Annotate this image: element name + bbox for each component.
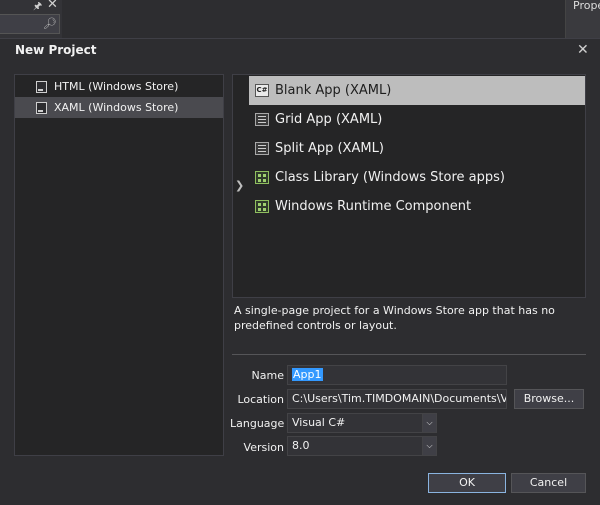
cancel-button[interactable]: Cancel [511,473,586,493]
tree-item-html-windows-store[interactable]: HTML (Windows Store) [15,76,223,97]
ide-left-panel: 🖈 ✕ 🔍︎ [0,0,62,38]
template-category-tree: HTML (Windows Store) XAML (Windows Store… [14,74,224,456]
template-description: A single-page project for a Windows Stor… [234,304,555,332]
close-icon[interactable]: ✕ [577,42,589,58]
dialog-title: New Project [15,43,97,57]
class-library-icon [255,171,269,184]
csharp-icon: C# [255,84,269,97]
runtime-component-icon [255,200,269,213]
template-label: Split App (XAML) [275,141,384,156]
template-class-library[interactable]: Class Library (Windows Store apps) [249,163,585,192]
panel-close-icon[interactable]: ✕ [47,0,58,12]
template-label: Blank App (XAML) [275,83,392,98]
template-windows-runtime-component[interactable]: Windows Runtime Component [249,192,585,221]
location-input-value: C:\Users\Tim.TIMDOMAIN\Documents\Visu [292,392,507,405]
location-input[interactable]: C:\Users\Tim.TIMDOMAIN\Documents\Visu [287,389,507,409]
ok-button[interactable]: OK [428,473,506,493]
properties-panel-title: Prope [573,0,600,12]
new-project-dialog: New Project ✕ HTML (Windows Store) XAML … [0,38,600,505]
name-input-value: App1 [292,368,323,381]
template-split-app[interactable]: Split App (XAML) [249,134,585,163]
project-file-icon [36,80,47,93]
browse-button[interactable]: Browse... [514,389,584,409]
version-select-value: 8.0 [292,439,310,452]
language-label: Language [230,417,285,430]
template-grid-app[interactable]: Grid App (XAML) [249,105,585,134]
project-file-icon [36,101,47,114]
search-icon: 🔍︎ [43,17,57,30]
template-blank-app[interactable]: C# Blank App (XAML) [249,76,585,105]
properties-panel: Prope [565,0,600,38]
chevron-down-icon: ⌵ [422,414,436,432]
grid-app-icon [255,113,269,126]
tree-item-label: XAML (Windows Store) [54,101,179,114]
template-label: Windows Runtime Component [275,199,472,214]
template-label: Grid App (XAML) [275,112,383,127]
tree-item-label: HTML (Windows Store) [54,80,179,93]
language-select[interactable]: Visual C# ⌵ [287,413,437,433]
ide-background: 🖈 ✕ 🔍︎ Prope [0,0,600,38]
ide-search-input[interactable]: 🔍︎ [0,14,60,34]
split-app-icon [255,142,269,155]
name-label: Name [251,369,284,382]
template-list: C# Blank App (XAML) Grid App (XAML) Spli… [232,74,586,298]
template-label: Class Library (Windows Store apps) [275,170,505,185]
language-select-value: Visual C# [292,416,346,429]
version-select[interactable]: 8.0 ⌵ [287,436,437,456]
divider [232,354,586,355]
version-label: Version [243,441,284,454]
chevron-down-icon: ⌵ [422,437,436,455]
chevron-right-icon[interactable]: ❯ [235,179,244,192]
location-label: Location [237,393,284,406]
name-input[interactable]: App1 [287,365,507,385]
tree-item-xaml-windows-store[interactable]: XAML (Windows Store) [15,97,223,118]
